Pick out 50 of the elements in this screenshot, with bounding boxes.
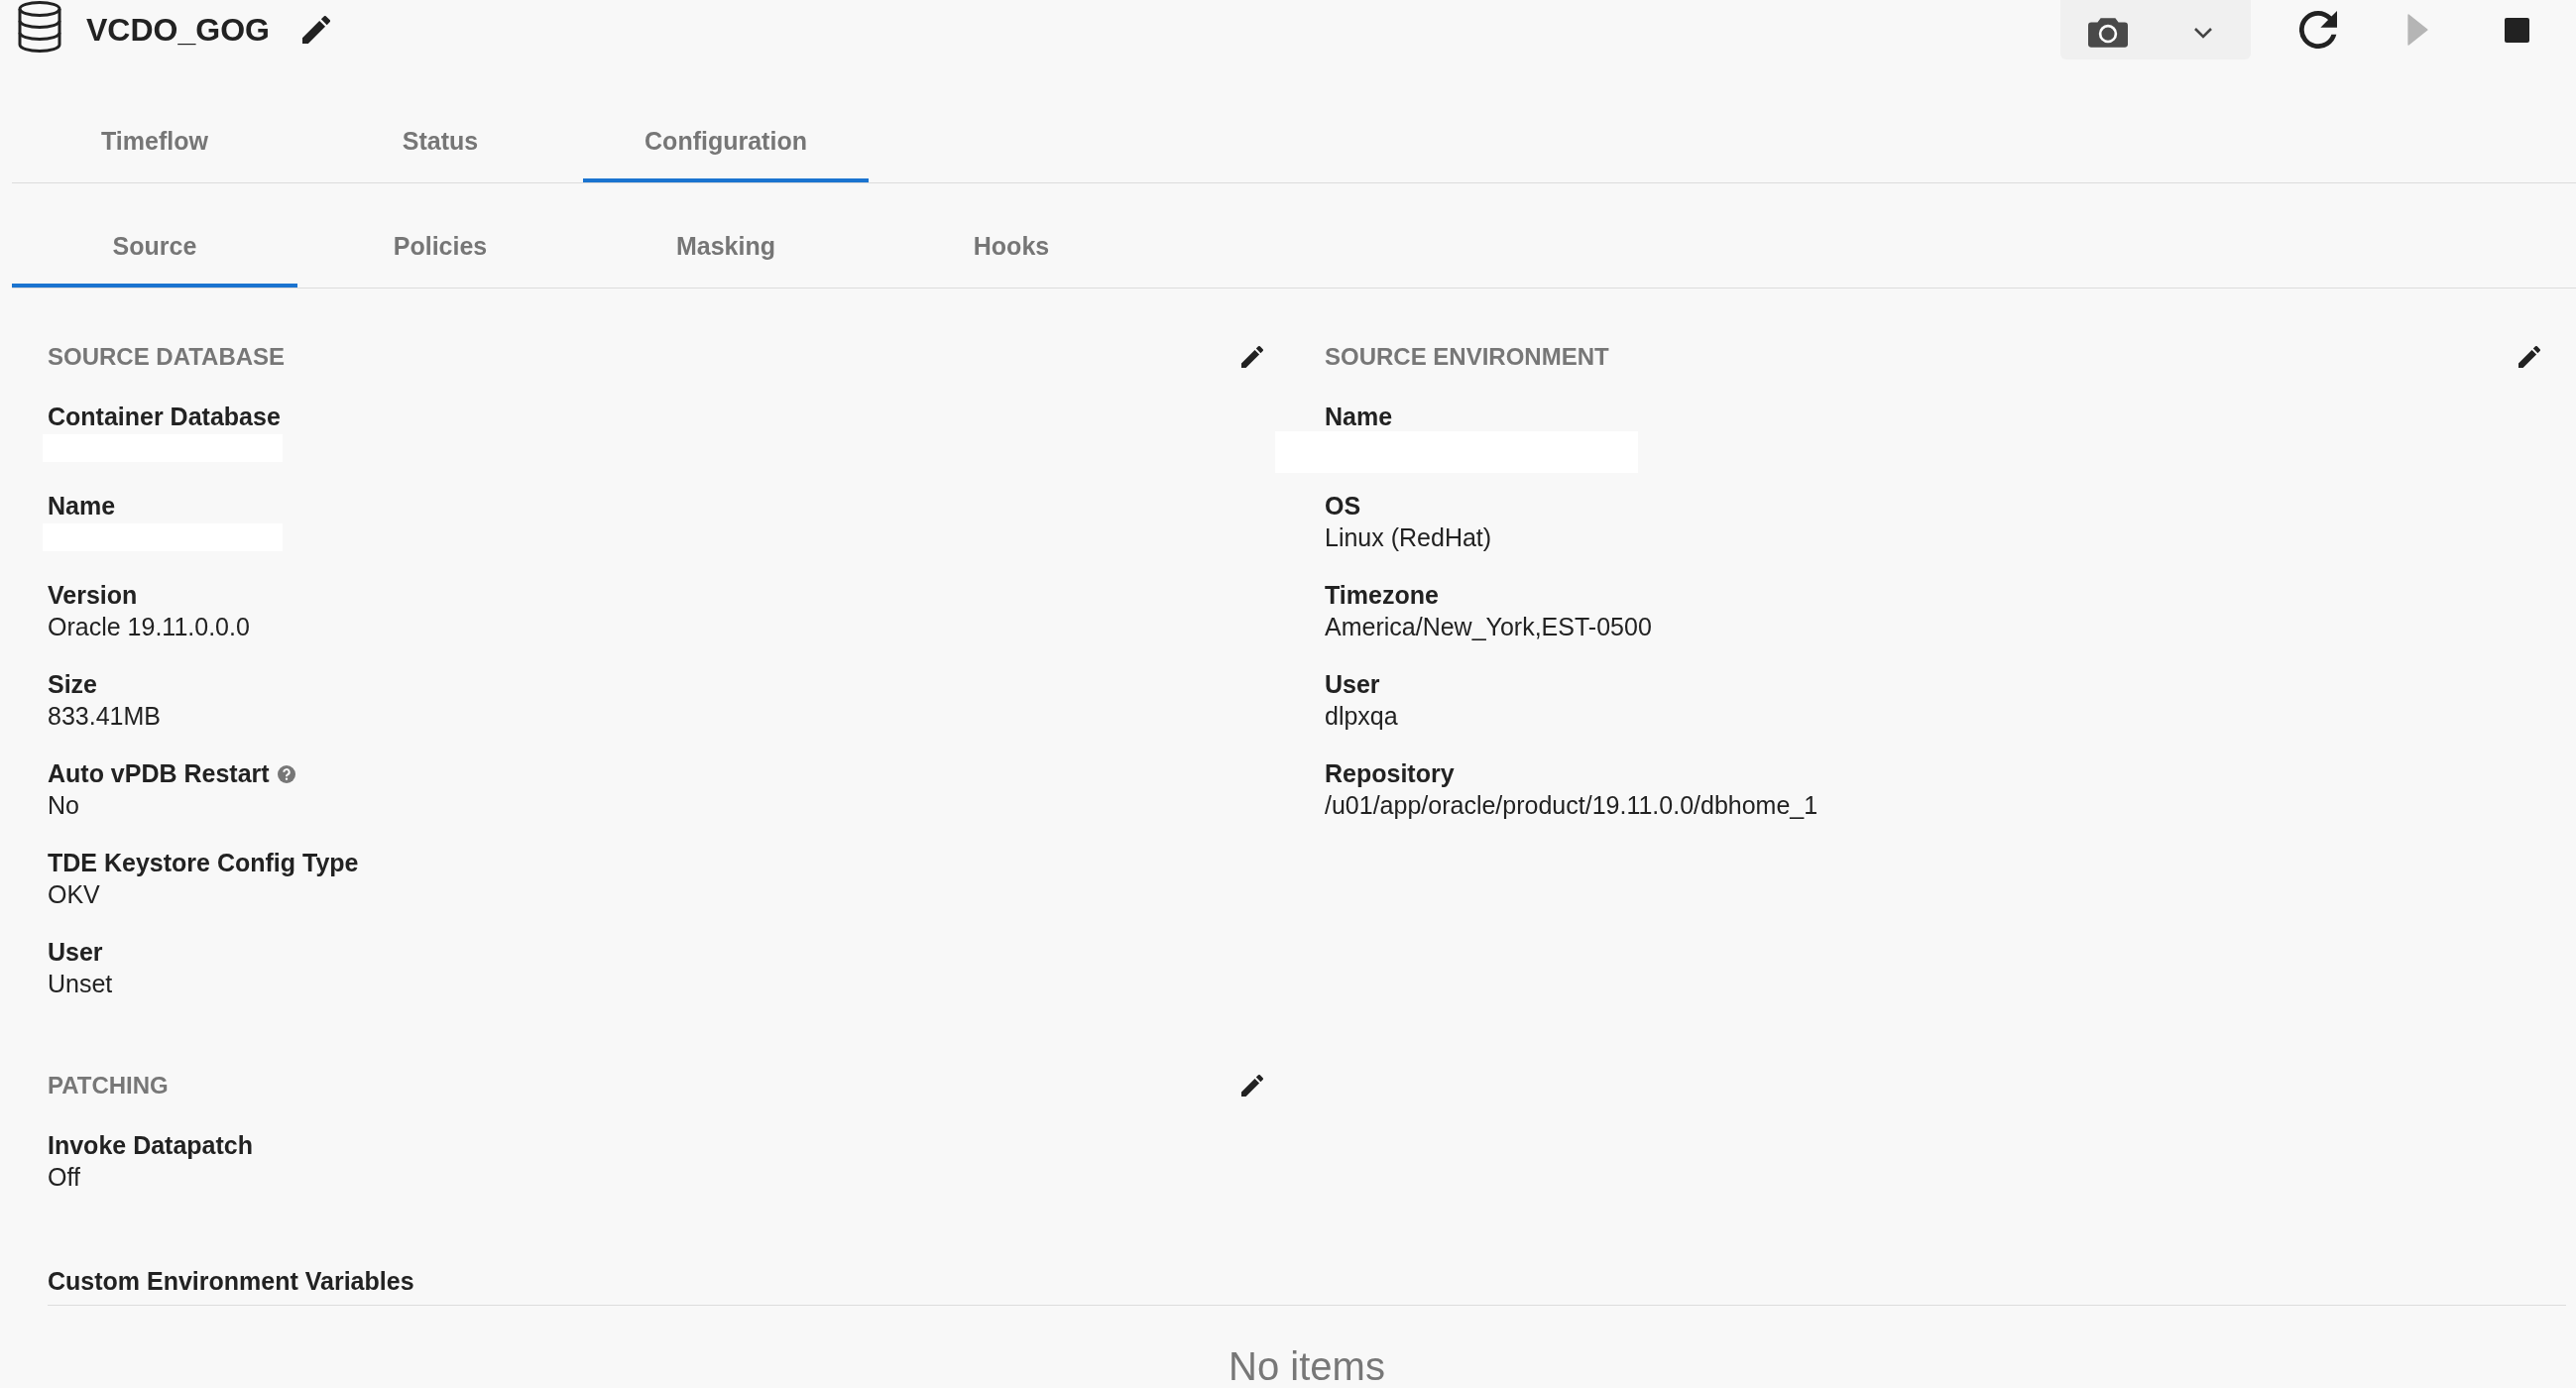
field-label: Invoke Datapatch	[48, 1130, 253, 1161]
tab[interactable]: Source	[12, 183, 297, 288]
section-heading: PATCHING	[48, 1071, 169, 1100]
field-value: Unset	[48, 968, 113, 999]
field-value: 833.41MB	[48, 700, 161, 732]
field-label: Auto vPDB Restart	[48, 758, 270, 789]
tab[interactable]: Policies	[297, 183, 583, 288]
tab[interactable]: Status	[297, 99, 583, 182]
field-label: OS	[1325, 491, 1361, 521]
edit-button[interactable]	[1241, 1075, 1263, 1097]
field-label: Version	[48, 580, 138, 611]
pencil-icon	[301, 16, 330, 44]
tab[interactable]: Hooks	[869, 183, 1154, 288]
refresh-icon	[2299, 11, 2337, 49]
field-value: No	[48, 789, 79, 821]
stop-icon	[2504, 17, 2529, 43]
play-icon	[2406, 14, 2428, 46]
field-label: Repository	[1325, 758, 1455, 789]
pencil-icon	[1241, 1075, 1263, 1097]
tab[interactable]: Masking	[583, 183, 869, 288]
field-label: Timezone	[1325, 580, 1439, 611]
field-value: OKV	[48, 878, 100, 910]
pencil-icon	[2518, 346, 2540, 368]
chevron-down-icon	[2193, 27, 2213, 39]
empty-state-text: No items	[1229, 1346, 1385, 1386]
section-heading: Custom Environment Variables	[48, 1267, 414, 1295]
field-value: America/New_York,EST-0500	[1325, 611, 1652, 642]
field-value: Oracle 19.11.0.0.0	[48, 611, 250, 642]
tab[interactable]: Configuration	[583, 99, 869, 182]
field-label: User	[48, 937, 103, 968]
field-value: Linux (RedHat)	[1325, 521, 1492, 553]
field-label: User	[1325, 669, 1380, 700]
field-label: Name	[48, 491, 116, 521]
field-value: /u01/app/oracle/product/19.11.0.0/dbhome_1	[1325, 789, 1818, 821]
edit-button[interactable]	[1241, 346, 1263, 368]
edit-button[interactable]	[2518, 346, 2540, 368]
page-title: VCDO_GOG	[86, 11, 270, 50]
field-value: Off	[48, 1161, 80, 1193]
field-label: Size	[48, 669, 98, 700]
field-label: Container Database	[48, 402, 281, 432]
pencil-icon	[1241, 346, 1263, 368]
field-value: dlpxqa	[1325, 700, 1398, 732]
field-label: Name	[1325, 402, 1393, 432]
camera-icon	[2088, 18, 2128, 48]
edit-button[interactable]	[301, 16, 330, 44]
tab[interactable]: Timeflow	[12, 99, 297, 182]
field-label: TDE Keystore Config Type	[48, 848, 359, 878]
section-heading: SOURCE DATABASE	[48, 342, 286, 372]
section-heading: SOURCE ENVIRONMENT	[1325, 342, 1609, 372]
database-icon	[17, 1, 62, 53]
